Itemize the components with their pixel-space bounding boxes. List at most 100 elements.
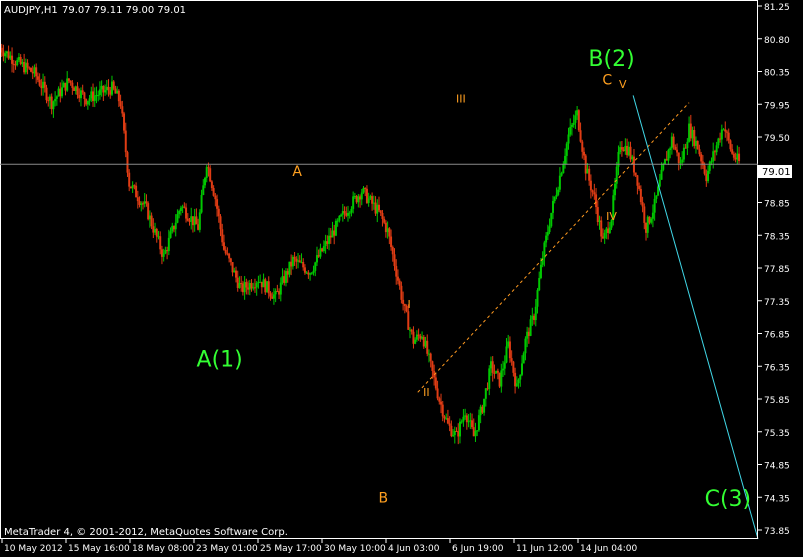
candle [59,82,62,103]
y-tick-label: 78.35 [764,232,790,242]
candle [93,87,96,108]
candle [508,336,511,363]
candle [431,360,434,379]
candle [343,206,346,219]
candle [707,165,710,184]
candle [329,228,332,244]
candle [517,378,520,389]
candle [436,380,439,401]
candle [398,278,401,290]
candle [390,229,393,251]
candle [650,217,653,225]
candle [527,327,530,344]
candle [669,146,672,159]
candle [452,429,455,437]
candle [243,276,246,300]
candle [700,151,703,170]
candle [2,44,5,62]
candle [641,196,644,213]
candle [176,209,179,224]
candle [381,209,384,227]
candle [129,186,132,189]
candle [305,271,308,274]
candle [116,86,119,94]
candle [62,81,65,88]
candle [484,388,487,407]
candle [651,204,654,228]
candle [252,282,255,291]
candle [333,224,336,245]
candle [181,204,184,214]
candle [219,214,222,237]
candle [355,194,358,204]
candle [259,274,262,283]
candle [124,122,127,158]
candle [469,412,472,430]
candle [538,271,541,292]
candle [312,265,315,276]
candle [736,145,739,165]
symbol-label: AUDJPY,H1 [4,5,58,16]
candle [421,331,424,340]
candle [40,78,43,96]
candle [560,171,563,177]
candle [95,86,98,104]
candle [471,413,474,430]
candle [713,149,716,161]
candle [336,218,339,227]
candle [441,400,444,422]
candle [76,82,79,99]
candle [319,243,322,259]
candle [315,246,318,266]
candle [393,248,396,271]
candle [402,291,405,311]
candle [376,199,379,223]
candle [477,409,480,432]
price-chart[interactable]: A(1)ABIIIIIIIVVCB(2)C(3) 81.2580.8080.35… [0,0,803,557]
candle [47,96,50,107]
candle [167,229,170,256]
candle [112,80,115,91]
y-tick-label: 78.85 [764,200,790,210]
chart-window[interactable]: A(1) A B I II III IV V C B(2) C(3) 81.25 80.80 80.35… [0,0,803,557]
candle [166,246,169,260]
candle [562,161,565,174]
candle [520,355,523,377]
candle [7,45,10,60]
candle [677,152,680,171]
candle [300,253,303,264]
candle [85,98,88,107]
candle [317,249,320,258]
candle [31,65,34,80]
candle [491,356,494,382]
candle [288,261,291,278]
candle [619,141,622,155]
candle [231,262,234,277]
candle [133,184,136,190]
candle [462,409,465,427]
candle [147,201,150,221]
candle [266,281,269,293]
candle [193,208,196,232]
candle [262,273,265,288]
candle [688,116,691,143]
candle [24,58,27,75]
candle [98,81,101,100]
candle [257,275,260,289]
candle [655,195,658,204]
candle [522,351,525,364]
candle [185,203,188,223]
candle [409,327,412,339]
y-tick-label: 79.95 [764,101,790,111]
candle [460,419,463,424]
candle [689,114,692,142]
candle [145,194,148,207]
candle [638,182,641,191]
candle [589,174,592,199]
y-tick-label: 73.85 [764,527,790,537]
candle [708,160,711,174]
candle [369,194,372,201]
candle [588,165,591,186]
candle [79,87,82,107]
candle [715,141,718,156]
